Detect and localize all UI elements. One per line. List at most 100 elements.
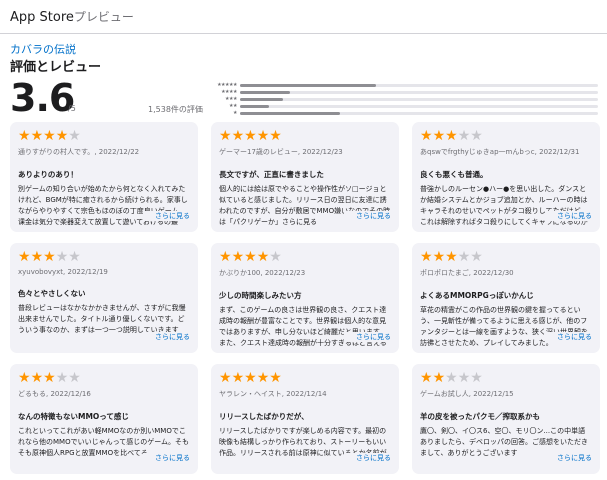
- review-date: 2022/12/16: [50, 390, 91, 398]
- review-body: 草花の精霊がこの作品の世界観の鍵を握ってるという、一見斬性が備ってるように思える…: [420, 306, 588, 347]
- review-body: リリースしたばかりですが楽しめる内容です。最初の映像も結構しっかり作られており、…: [219, 427, 387, 457]
- star-icon: ★: [269, 370, 282, 386]
- histogram-row: ★★: [206, 103, 598, 109]
- review-meta: ヤラレン・ヘイスト, 2022/12/14: [219, 389, 391, 399]
- review-stars: ★ ★ ★ ★ ★: [420, 129, 592, 143]
- histogram-stars-label: ★★★: [225, 96, 237, 102]
- review-body: 個人的には絵は原でやることや操作性がソ□ージョと似ていると感じました。リリース日…: [219, 185, 391, 226]
- star-icon: ★: [55, 128, 69, 144]
- histogram-fill: [240, 90, 291, 94]
- star-icon: ★: [445, 249, 458, 265]
- star-icon: ★: [256, 249, 270, 265]
- review-stars: ★ ★ ★ ★ ★: [18, 250, 190, 264]
- review-meta: かぶりか100, 2022/12/23: [219, 268, 391, 278]
- review-card: ★ ★ ★ ★ ★ どるもる, 2022/12/16 なんの特徴もないMMOって感じ これとい…: [10, 364, 198, 474]
- star-icon: ★: [457, 249, 471, 265]
- star-icon: ★: [68, 128, 81, 144]
- review-body: これといってこれがあい軽MMOなのか別いMMOでこれなら他のMMOでいいじゃんっ…: [18, 427, 190, 457]
- star-icon: ★: [30, 128, 44, 144]
- review-meta: xyuvobovyxt, 2022/12/19: [18, 268, 190, 276]
- star-icon: ★: [231, 249, 245, 265]
- histogram-stars-label: ★: [233, 110, 237, 116]
- histogram-track: [240, 111, 598, 115]
- see-more-link[interactable]: さらに見る: [344, 453, 391, 463]
- review-card: ★ ★ ★ ★ ★ xyuvobovyxt, 2022/12/19 色々とやさしくない 普段レ…: [10, 243, 198, 353]
- histogram-row: ★★★: [206, 96, 598, 102]
- histogram-row: ★★★★★: [206, 82, 598, 88]
- see-more-link[interactable]: さらに見る: [143, 332, 190, 342]
- star-icon: ★: [445, 370, 458, 386]
- section-title: 評価とレビュー: [10, 60, 102, 75]
- rating-histogram: ★★★★★ ★★★★ ★★★ ★★ ★: [206, 82, 598, 117]
- star-icon: ★: [30, 249, 44, 265]
- see-more-link[interactable]: さらに見る: [143, 211, 190, 221]
- review-title: なんの特徴もないMMOって感じ: [18, 412, 129, 421]
- review-title: 良くも悪くも普通。: [420, 170, 488, 179]
- app-name-link[interactable]: カバラの伝説: [10, 41, 76, 57]
- review-date: 2022/12/22: [98, 148, 140, 156]
- review-date: 2022/12/15: [473, 390, 514, 398]
- star-icon: ★: [30, 370, 44, 386]
- star-icon: ★: [432, 249, 446, 265]
- review-date: 2022/12/14: [286, 390, 327, 398]
- histogram-track: [240, 104, 598, 108]
- see-more-link[interactable]: さらに見る: [344, 211, 391, 221]
- histogram-row: ★: [206, 110, 598, 116]
- star-icon: ★: [445, 128, 458, 144]
- review-card: ★ ★ ★ ★ ★ ヤラレン・ヘイスト, 2022/12/14 リリースしたばかりだが、 リリ…: [211, 364, 399, 474]
- star-icon: ★: [432, 370, 446, 386]
- review-title: 少しの時間楽しみたい方: [219, 291, 302, 300]
- histogram-row: ★★★★: [206, 89, 598, 95]
- star-icon: ★: [457, 370, 471, 386]
- review-author: あqswでfrgthyじゅきap一mんbっc: [420, 148, 535, 156]
- star-icon: ★: [470, 128, 483, 144]
- star-icon: ★: [470, 249, 483, 265]
- review-meta: ゲーマー17歳のレビュー, 2022/12/23: [219, 147, 391, 157]
- review-stars: ★ ★ ★ ★ ★: [420, 371, 592, 385]
- histogram-fill: [240, 111, 341, 115]
- review-meta: ゲームお試し人, 2022/12/15: [420, 389, 592, 399]
- review-author: かぶりか100: [219, 269, 261, 277]
- review-card: ★ ★ ★ ★ ★ 通りすがりの村人です。, 2022/12/22 ありよりのあり！ 別ゲーム…: [10, 122, 198, 232]
- review-title: 長文ですが、正直に書きました: [219, 170, 324, 179]
- see-more-link[interactable]: さらに見る: [545, 211, 592, 221]
- star-icon: ★: [244, 370, 257, 386]
- review-stars: ★ ★ ★ ★ ★: [420, 250, 592, 264]
- review-author: xyuvobovyxt: [18, 268, 64, 276]
- star-icon: ★: [457, 128, 471, 144]
- review-card: ★ ★ ★ ★ ★ ゲーマー17歳のレビュー, 2022/12/23 長文ですが、正直に書き…: [211, 122, 399, 232]
- star-icon: ★: [256, 128, 270, 144]
- histogram-fill: [240, 97, 283, 101]
- review-title: ありよりのあり！: [18, 170, 78, 179]
- star-icon: ★: [470, 370, 483, 386]
- review-stars: ★ ★ ★ ★ ★: [219, 250, 391, 264]
- star-icon: ★: [420, 128, 433, 144]
- see-more-link[interactable]: さらに見る: [545, 453, 592, 463]
- review-stars: ★ ★ ★ ★ ★: [18, 371, 190, 385]
- star-icon: ★: [219, 249, 232, 265]
- star-icon: ★: [244, 249, 257, 265]
- review-card: ★ ★ ★ ★ ★ かぶりか100, 2022/12/23 少しの時間楽しみたい方 まず、この…: [211, 243, 399, 353]
- histogram-fill: [240, 83, 377, 87]
- see-more-link[interactable]: さらに見る: [344, 332, 391, 342]
- star-icon: ★: [219, 128, 232, 144]
- review-date: 2022/12/23: [264, 269, 306, 277]
- star-icon: ★: [432, 128, 446, 144]
- star-icon: ★: [68, 370, 81, 386]
- star-icon: ★: [420, 370, 433, 386]
- store-name: App Store: [10, 10, 74, 25]
- star-icon: ★: [219, 370, 232, 386]
- review-date: 2022/12/30: [473, 269, 514, 277]
- star-icon: ★: [231, 370, 245, 386]
- see-more-link[interactable]: さらに見る: [545, 332, 592, 342]
- see-more-link[interactable]: さらに見る: [143, 453, 190, 463]
- histogram-track: [240, 90, 598, 94]
- review-author: どるもる: [18, 390, 46, 398]
- review-meta: 通りすがりの村人です。, 2022/12/22: [18, 147, 190, 157]
- star-icon: ★: [43, 128, 56, 144]
- histogram-stars-label: ★★★★★: [217, 82, 237, 88]
- review-stars: ★ ★ ★ ★ ★: [219, 371, 391, 385]
- review-stars: ★ ★ ★ ★ ★: [18, 129, 190, 143]
- preview-label: プレビュー: [73, 10, 134, 24]
- review-meta: ポロポロたまご, 2022/12/30: [420, 268, 592, 278]
